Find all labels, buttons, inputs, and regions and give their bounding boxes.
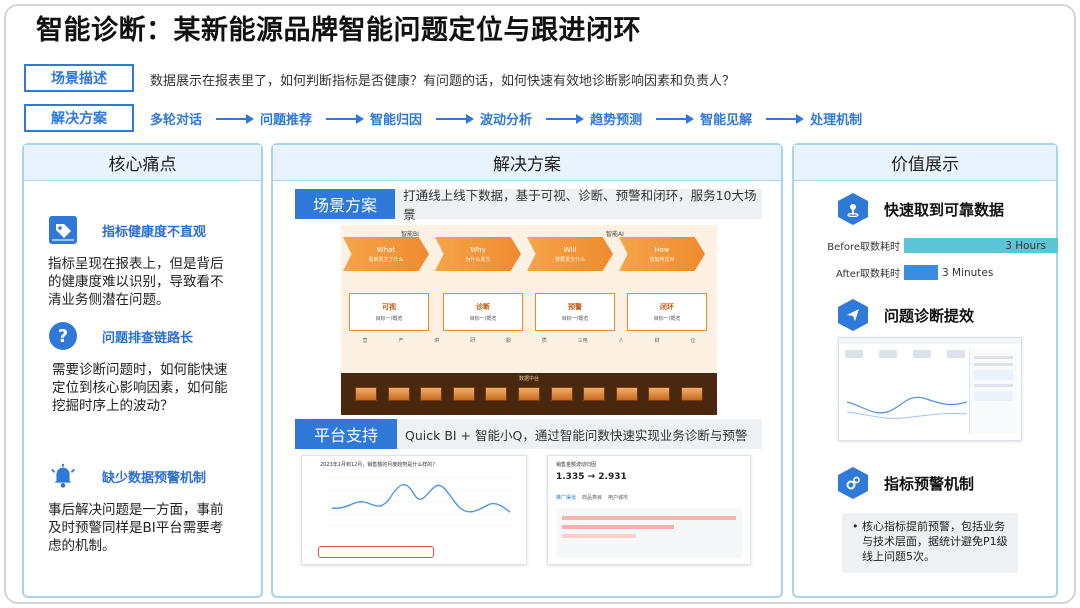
scene-description: 数据展示在报表里了，如何判断指标是否健康？有问题的话，如何快速有效地诊断影响因素… xyxy=(150,74,736,89)
pain-item: ? 问题排查链路长 需要诊断问题时，如何能快速定位到核心影响因素，如何能挖掘时序… xyxy=(48,321,258,415)
flow-step: 智能见解 xyxy=(700,113,753,128)
value-section: 问题诊断提效 xyxy=(838,299,974,331)
arrow-right-icon xyxy=(752,113,810,125)
shot-title: 2023年1月到12月，销售额的月度趋势是什么样的? xyxy=(320,462,435,468)
chevron-what: What 看到发生了什么 xyxy=(343,237,429,271)
arrow-right-icon xyxy=(312,113,370,125)
metric-after: After取数耗时 3 Minutes xyxy=(835,265,994,280)
trend-line-graphic xyxy=(330,477,512,527)
scene-labels-row: 营 产 供 研 服 质 三电 人 财 企 xyxy=(362,338,696,344)
pain-title: 问题排查链路长 xyxy=(102,330,194,346)
pain-item: 缺少数据预警机制 事后解决问题是一方面，事前及时预警同样是BI平台需要考虑的机制… xyxy=(48,461,258,555)
data-platform-base: 数据中台 xyxy=(341,373,717,415)
platform-band-text: Quick BI + 智能小Q，通过智能问数快速实现业务诊断与预警 xyxy=(405,427,748,443)
send-icon xyxy=(838,299,868,331)
pain-title: 缺少数据预警机制 xyxy=(102,470,207,486)
panel-header: 解决方案 xyxy=(273,145,781,181)
flow-step: 处理机制 xyxy=(810,113,863,128)
attribution-screenshot: 销售金额波动归因 1.335 → 2.931 推广渠道 商品类目 用户城市 xyxy=(547,455,751,565)
arrow-right-icon xyxy=(422,113,480,125)
shot-values: 1.335 → 2.931 xyxy=(556,472,627,482)
tag-icon xyxy=(48,215,78,245)
panel-header: 核心痛点 xyxy=(24,145,261,181)
flow-step: 趋势预测 xyxy=(590,113,643,128)
trend-chart-screenshot: 2023年1月到12月，销售额的月度趋势是什么样的? xyxy=(301,455,527,565)
solution-flow: 多轮对话 问题推荐 智能归因 波动分析 趋势预测 智能见解 处理机制 xyxy=(150,109,862,128)
flow-step: 波动分析 xyxy=(480,113,533,128)
gears-icon xyxy=(838,467,868,499)
value-section: 快速取到可靠数据 xyxy=(838,193,1004,225)
pain-title: 指标健康度不直观 xyxy=(102,224,207,240)
scene-tag: 场景描述 xyxy=(24,64,134,92)
value-title: 问题诊断提效 xyxy=(884,306,975,325)
svg-text:?: ? xyxy=(58,326,68,347)
chevron-why: Why 为什么发生 xyxy=(435,237,521,271)
diagnosis-graphic xyxy=(846,396,968,419)
solution-panel: 解决方案 场景方案 打通线上线下数据，基于可视、诊断、预警和闭环，服务10大场景… xyxy=(271,143,783,598)
scene-band: 场景方案 打通线上线下数据，基于可视、诊断、预警和闭环，服务10大场景 xyxy=(295,188,762,222)
metric-bar-after xyxy=(904,265,938,280)
chevron-how: How 该如何应对 xyxy=(619,237,705,271)
metric-before: Before取数耗时 3 Hours xyxy=(810,238,1058,253)
location-icon xyxy=(838,193,868,225)
flow-step: 多轮对话 xyxy=(150,113,203,128)
scene-band-tag: 场景方案 xyxy=(295,189,396,219)
arrow-right-icon xyxy=(532,113,590,125)
shot-title: 销售金额波动归因 xyxy=(556,462,597,468)
pain-desc: 需要诊断问题时，如何能快速定位到核心影响因素，如何能挖掘时序上的波动？ xyxy=(52,362,228,414)
pain-desc: 指标呈现在报表上，但是背后的健康度难以识别，导致看不清业务侧潜在问题。 xyxy=(48,256,224,308)
arrow-right-icon xyxy=(642,113,700,125)
scene-band-text: 打通线上线下数据，基于可视、诊断、预警和闭环，服务10大场景 xyxy=(403,188,757,222)
warning-bullet: • 核心指标提前预警，包括业务与技术层面，据统计避免P1级线上问题5次。 xyxy=(842,513,1018,573)
solution-tag: 解决方案 xyxy=(24,104,134,132)
stage-box: 诊断 目标一/概览 xyxy=(443,293,523,331)
diagram-header: 智能AI xyxy=(606,231,624,238)
pain-points-panel: 核心痛点 指标健康度不直观 指标呈现在报表上，但是背后的健康度难以识别，导致看不… xyxy=(22,143,263,598)
page-title: 智能诊断：某新能源品牌智能问题定位与跟进闭环 xyxy=(36,15,641,46)
scene-diagram-image: 智能BI 智能AI What 看到发生了什么 Why 为什么发生 Will 将要发生什… xyxy=(341,225,717,415)
panel-header: 价值展示 xyxy=(794,145,1056,181)
question-icon: ? xyxy=(48,321,78,351)
stage-box: 闭环 目标一/概览 xyxy=(627,293,707,331)
value-title: 快速取到可靠数据 xyxy=(884,200,1005,219)
stage-box: 预警 目标一/概览 xyxy=(535,293,615,331)
value-panel: 价值展示 快速取到可靠数据 Before取数耗时 3 Hours After取数… xyxy=(792,143,1058,598)
diagram-header: 智能BI xyxy=(401,231,419,238)
pain-item: 指标健康度不直观 指标呈现在报表上，但是背后的健康度难以识别，导致看不清业务侧潜… xyxy=(48,215,258,309)
diagnosis-screenshot xyxy=(838,337,1022,441)
chevron-will: Will 将要发生什么 xyxy=(527,237,613,271)
arrow-right-icon xyxy=(202,113,260,125)
shot-tabs: 推广渠道 商品类目 用户城市 xyxy=(556,495,629,501)
stage-box: 可视 目标一/概览 xyxy=(349,293,429,331)
value-section: 指标预警机制 xyxy=(838,467,974,499)
pain-desc: 事后解决问题是一方面，事前及时预警同样是BI平台需要考虑的机制。 xyxy=(48,502,224,554)
bell-icon xyxy=(48,461,78,491)
metric-bar-before: 3 Hours xyxy=(904,238,1058,253)
flow-step: 问题推荐 xyxy=(260,113,313,128)
flow-step: 智能归因 xyxy=(370,113,423,128)
platform-band: 平台支持 Quick BI + 智能小Q，通过智能问数快速实现业务诊断与预警 xyxy=(295,419,762,449)
platform-band-tag: 平台支持 xyxy=(295,419,397,449)
value-title: 指标预警机制 xyxy=(884,474,975,493)
